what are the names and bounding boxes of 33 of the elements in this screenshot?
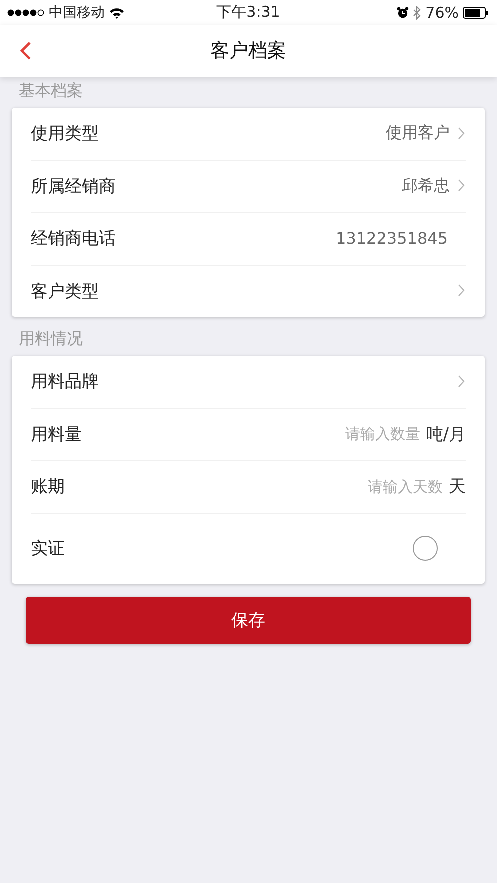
page-title: 客户档案 (210, 39, 286, 64)
field-value[interactable]: 邱希忠 (402, 176, 450, 197)
bluetooth-icon (412, 6, 422, 20)
unit-label: 吨/月 (426, 424, 466, 446)
section-title: 用料情况 (18, 328, 84, 350)
field-value: 13122351845 (336, 229, 448, 248)
radio-button[interactable] (413, 536, 438, 561)
field-value[interactable]: 使用客户 (386, 123, 450, 144)
field-label: 实证 (31, 538, 65, 560)
battery-percent: 76% (426, 4, 459, 22)
signal-icon (7, 8, 45, 18)
field-label: 账期 (31, 476, 65, 498)
unit-label: 天 (449, 476, 466, 498)
field-label: 客户类型 (31, 280, 99, 303)
alarm-clock-icon (396, 6, 409, 18)
chevron-icon (458, 284, 466, 298)
carrier-name: 中国移动 (49, 4, 105, 22)
field-label: 所属经销商 (31, 176, 116, 198)
chevron-icon (458, 126, 466, 141)
battery-icon (463, 6, 489, 18)
chevron-icon (458, 374, 466, 389)
field-label: 使用类型 (31, 123, 99, 146)
save-button[interactable]: 保存 (26, 596, 471, 644)
field-label: 经销商电话 (31, 228, 116, 250)
input-field[interactable]: 请输入数量 (324, 425, 420, 444)
clock-time: 下午3:31 (216, 3, 280, 22)
back-icon (19, 41, 33, 61)
field-label: 用料量 (31, 424, 82, 446)
input-field[interactable]: 请输入天数 (347, 478, 443, 496)
section-title: 基本档案 (18, 80, 84, 102)
field-label: 用料品牌 (31, 371, 99, 394)
wifi-icon (109, 6, 125, 18)
chevron-icon (458, 179, 466, 194)
